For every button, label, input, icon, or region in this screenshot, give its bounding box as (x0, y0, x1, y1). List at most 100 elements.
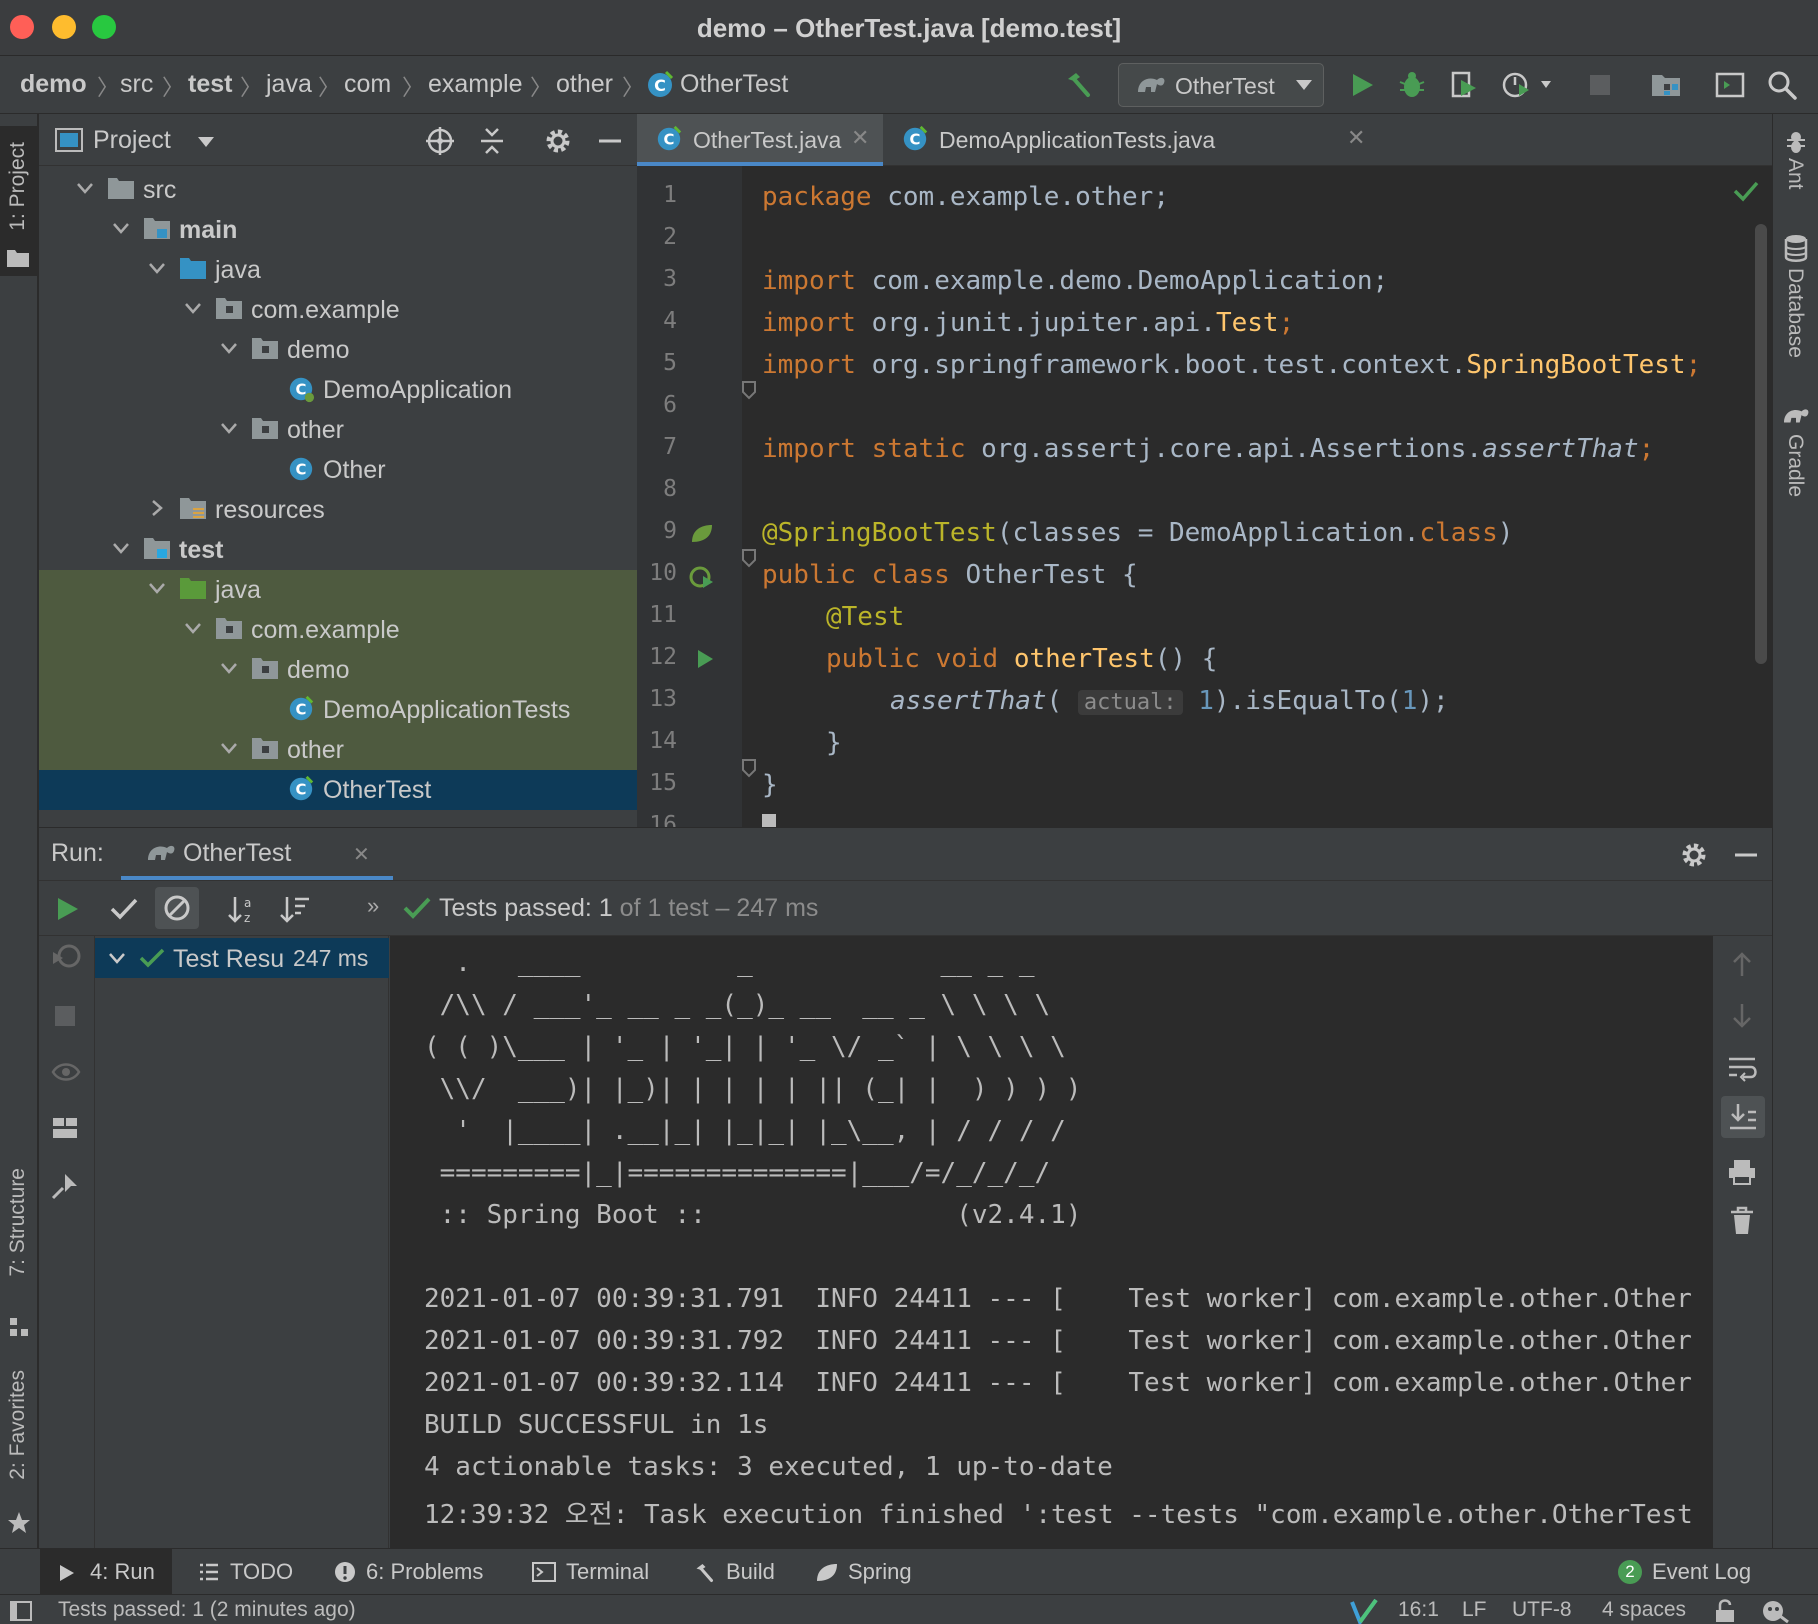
show-passed-check-icon[interactable] (109, 895, 139, 923)
breadcrumb-src[interactable]: src (120, 70, 153, 99)
tree-item-java[interactable]: java (39, 250, 637, 290)
tree-item-resources[interactable]: resources (39, 490, 637, 530)
vcs-check-icon[interactable] (1350, 1598, 1378, 1624)
run-configuration-select[interactable]: OtherTest (1118, 63, 1324, 107)
tree-item-demoapplicationtests[interactable]: C DemoApplicationTests (39, 690, 637, 730)
lock-icon[interactable] (1714, 1599, 1736, 1623)
chevron-down-icon[interactable] (147, 258, 167, 278)
chevron-down-icon[interactable] (219, 338, 239, 358)
inspector-icon[interactable] (1760, 1598, 1790, 1624)
down-arrow-icon[interactable] (1729, 1002, 1755, 1030)
chevron-down-icon[interactable] (197, 136, 215, 148)
rerun-failed-icon[interactable] (51, 944, 83, 974)
up-arrow-icon[interactable] (1729, 950, 1755, 978)
more-actions-icon[interactable]: » (367, 893, 379, 919)
tree-item-demo[interactable]: demo (39, 330, 637, 370)
run-test-class-icon[interactable] (689, 564, 715, 590)
problems-tool-tab[interactable]: 6: Problems (332, 1549, 492, 1595)
breadcrumb-other[interactable]: other (556, 70, 613, 99)
chevron-down-icon[interactable] (219, 418, 239, 438)
line-separator[interactable]: LF (1462, 1598, 1487, 1622)
chevron-down-icon[interactable] (107, 948, 127, 968)
fold-marker-icon[interactable] (741, 548, 757, 568)
build-tool-tab[interactable]: Build (690, 1549, 790, 1595)
fold-marker-icon[interactable] (741, 380, 757, 400)
inspection-ok-check-icon[interactable] (1733, 180, 1759, 202)
chevron-down-icon[interactable] (219, 658, 239, 678)
breadcrumb-java[interactable]: java (266, 70, 312, 99)
run-tool-tab[interactable]: 4: Run (40, 1549, 172, 1595)
soft-wrap-icon[interactable] (1727, 1054, 1757, 1082)
close-tab-icon[interactable]: ✕ (353, 842, 370, 867)
run-with-coverage-icon[interactable] (1446, 67, 1482, 103)
code-area[interactable]: package com.example.other; import com.ex… (637, 166, 1772, 827)
breadcrumb-com[interactable]: com (344, 70, 391, 99)
debug-bug-icon[interactable] (1394, 67, 1430, 103)
search-icon[interactable] (1764, 67, 1800, 103)
chevron-down-icon[interactable] (147, 578, 167, 598)
ant-tool-button[interactable]: Ant (1773, 128, 1818, 218)
breadcrumb-test[interactable]: test (188, 70, 232, 99)
close-tab-icon[interactable]: ✕ (851, 125, 869, 151)
structure-tool-button[interactable]: 7: Structure (0, 1168, 38, 1348)
tree-item-demoapplication[interactable]: C DemoApplication (39, 370, 637, 410)
layout-icon[interactable] (51, 1116, 79, 1140)
file-encoding[interactable]: UTF-8 (1512, 1598, 1572, 1622)
spring-tool-tab[interactable]: Spring (812, 1549, 922, 1595)
tree-item-java[interactable]: java (39, 570, 637, 610)
terminal-window-icon[interactable] (1712, 67, 1748, 103)
chevron-down-icon[interactable] (75, 178, 95, 198)
project-view-select[interactable]: Project (93, 126, 171, 155)
tree-item-com-example[interactable]: com.example (39, 290, 637, 330)
terminal-tool-tab[interactable]: Terminal (530, 1549, 660, 1595)
close-tab-icon[interactable]: ✕ (1347, 125, 1365, 151)
locate-crosshair-icon[interactable] (425, 126, 455, 156)
trash-icon[interactable] (1729, 1206, 1755, 1236)
tree-item-com-example[interactable]: com.example (39, 610, 637, 650)
tree-item-othertest[interactable]: C OtherTest (39, 770, 637, 810)
chevron-down-icon[interactable] (183, 298, 203, 318)
show-ignored-toggle[interactable] (155, 887, 199, 929)
chevron-right-icon[interactable] (147, 498, 167, 518)
chevron-down-icon[interactable] (111, 218, 131, 238)
sort-alphabetically-icon[interactable]: az (227, 893, 259, 925)
database-tool-button[interactable]: Database (1773, 234, 1818, 384)
breadcrumb-othertest[interactable]: OtherTest (680, 70, 788, 99)
tab-demoapplicationtests-java[interactable]: C DemoApplicationTests.java ✕ (887, 114, 1387, 166)
build-hammer-icon[interactable] (1060, 67, 1096, 103)
gear-icon[interactable] (1679, 840, 1709, 870)
caret-position[interactable]: 16:1 (1398, 1598, 1439, 1622)
project-tool-button[interactable]: 1: Project (0, 126, 38, 276)
tree-item-other[interactable]: other (39, 410, 637, 450)
breadcrumb-demo[interactable]: demo (20, 70, 87, 99)
breadcrumb-example[interactable]: example (428, 70, 523, 99)
favorites-tool-button[interactable]: 2: Favorites (0, 1370, 38, 1542)
hide-panel-icon[interactable] (1731, 840, 1761, 870)
rerun-icon[interactable] (53, 895, 81, 923)
run-test-method-icon[interactable] (695, 648, 715, 670)
status-message[interactable]: Tests passed: 1 (2 minutes ago) (58, 1598, 356, 1622)
console-output[interactable]: . ____ _ __ _ _ /\\ / ___'_ __ _ _(_)_ _… (390, 936, 1754, 1549)
gradle-tool-button[interactable]: Gradle (1773, 404, 1818, 534)
event-log-tool-tab[interactable]: 2 Event Log (1616, 1549, 1766, 1595)
project-structure-icon[interactable] (1648, 67, 1684, 103)
test-result-row[interactable]: Test Resu 247 ms (95, 938, 389, 978)
spring-leaf-icon[interactable] (689, 522, 715, 546)
tree-item-main[interactable]: main (39, 210, 637, 250)
scroll-to-end-toggle[interactable] (1721, 1096, 1765, 1138)
run-icon[interactable] (1344, 67, 1380, 103)
collapse-all-icon[interactable] (477, 126, 507, 156)
editor-scrollbar[interactable] (1755, 224, 1767, 664)
tab-othertest-java[interactable]: C OtherTest.java ✕ (637, 114, 883, 166)
gear-icon[interactable] (543, 126, 573, 156)
print-icon[interactable] (1727, 1158, 1757, 1186)
tree-item-demo[interactable]: demo (39, 650, 637, 690)
toggle-tool-windows-icon[interactable] (10, 1601, 32, 1621)
indent-setting[interactable]: 4 spaces (1602, 1598, 1686, 1622)
chevron-down-icon[interactable] (183, 618, 203, 638)
eye-icon[interactable] (51, 1060, 81, 1084)
sort-by-duration-icon[interactable] (279, 893, 311, 925)
stop-icon[interactable] (53, 1004, 77, 1028)
todo-tool-tab[interactable]: TODO (196, 1549, 316, 1595)
tree-item-other[interactable]: other (39, 730, 637, 770)
